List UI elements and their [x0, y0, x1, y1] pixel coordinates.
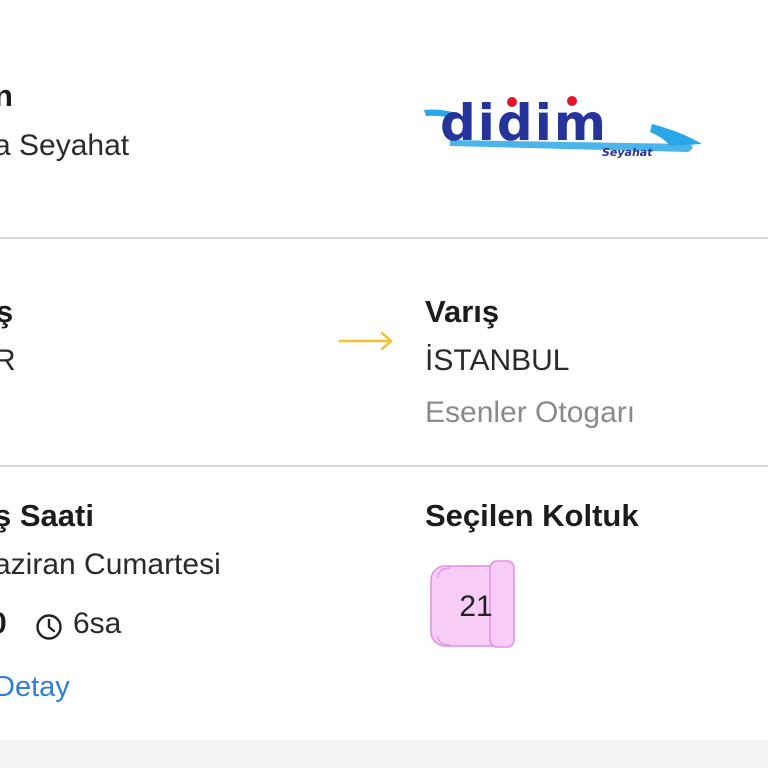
departure-city: R: [0, 344, 16, 377]
divider: [0, 237, 768, 239]
departure-time-label: ş Saati: [0, 498, 94, 533]
page-background: [0, 740, 768, 768]
ticket-card: n a Seyahat didim Seyahat ş R Varış İSTA…: [0, 0, 768, 740]
arrival-city: İSTANBUL: [425, 344, 570, 377]
company-title: n: [0, 78, 13, 113]
clock-icon: [36, 614, 62, 640]
details-link[interactable]: Detay: [0, 673, 70, 702]
seat-number[interactable]: 21: [428, 592, 524, 622]
divider: [0, 465, 768, 467]
arrival-terminal: Esenler Otogarı: [425, 396, 636, 429]
departure-time: 0: [0, 609, 7, 639]
arrival-label: Varış: [425, 294, 500, 329]
arrow-right-icon: [338, 331, 393, 351]
selected-seat-label: Seçilen Koltuk: [425, 498, 639, 533]
logo-wordmark: didim: [440, 94, 608, 152]
logo-subtext: Seyahat: [602, 146, 653, 159]
departure-label: ş: [0, 294, 14, 329]
didim-seyahat-logo: didim Seyahat: [424, 94, 702, 159]
departure-date: aziran Cumartesi: [0, 548, 221, 581]
trip-duration: 6sa: [73, 607, 122, 640]
company-name: a Seyahat: [0, 129, 130, 162]
